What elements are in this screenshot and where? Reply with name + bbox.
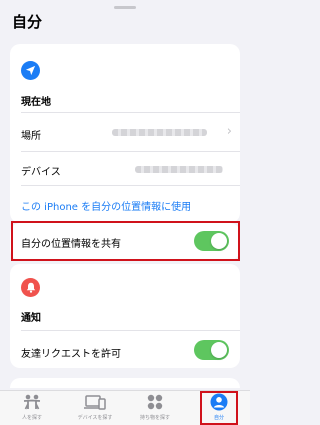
sheet-grabber[interactable] bbox=[114, 6, 136, 9]
page-title: 自分 bbox=[12, 13, 43, 31]
use-this-iphone-link[interactable]: この iPhone を自分の位置情報に使用 bbox=[21, 198, 191, 213]
items-icon bbox=[147, 393, 163, 411]
share-location-row[interactable]: 自分の位置情報を共有 bbox=[10, 223, 240, 260]
location-card: 現在地 場所 › デバイス この iPhone を自分の位置情報に使用 bbox=[10, 44, 240, 223]
device-label: デバイス bbox=[21, 167, 61, 178]
device-value-redacted bbox=[135, 166, 223, 173]
tab-devices[interactable]: デバイスを探す bbox=[67, 393, 123, 425]
share-location-toggle[interactable] bbox=[194, 231, 229, 251]
share-location-label: 自分の位置情報を共有 bbox=[21, 239, 121, 250]
chevron-right-icon[interactable]: › bbox=[227, 124, 232, 139]
tab-items[interactable]: 持ち物を探す bbox=[127, 393, 183, 425]
location-arrow-icon bbox=[21, 61, 40, 80]
place-label: 場所 bbox=[21, 131, 41, 142]
divider bbox=[21, 330, 240, 331]
bell-icon bbox=[21, 278, 40, 297]
toggle-knob bbox=[211, 233, 227, 249]
next-card-partial bbox=[10, 378, 240, 388]
notification-card: 通知 友達リクエストを許可 bbox=[10, 264, 240, 368]
place-value-redacted bbox=[112, 129, 207, 136]
divider bbox=[21, 151, 240, 152]
highlight-box bbox=[200, 391, 238, 425]
current-location-title: 現在地 bbox=[21, 97, 51, 108]
friend-request-toggle[interactable] bbox=[194, 340, 229, 360]
notification-title: 通知 bbox=[21, 313, 41, 324]
divider bbox=[21, 112, 240, 113]
people-icon bbox=[22, 393, 42, 411]
tab-people[interactable]: 人を探す bbox=[4, 393, 60, 425]
toggle-knob bbox=[211, 342, 227, 358]
tab-people-label: 人を探す bbox=[21, 415, 42, 421]
divider bbox=[21, 185, 240, 186]
tab-items-label: 持ち物を探す bbox=[139, 415, 170, 421]
devices-icon bbox=[84, 393, 106, 411]
friend-request-label: 友達リクエストを許可 bbox=[21, 349, 121, 360]
tab-devices-label: デバイスを探す bbox=[77, 415, 113, 421]
